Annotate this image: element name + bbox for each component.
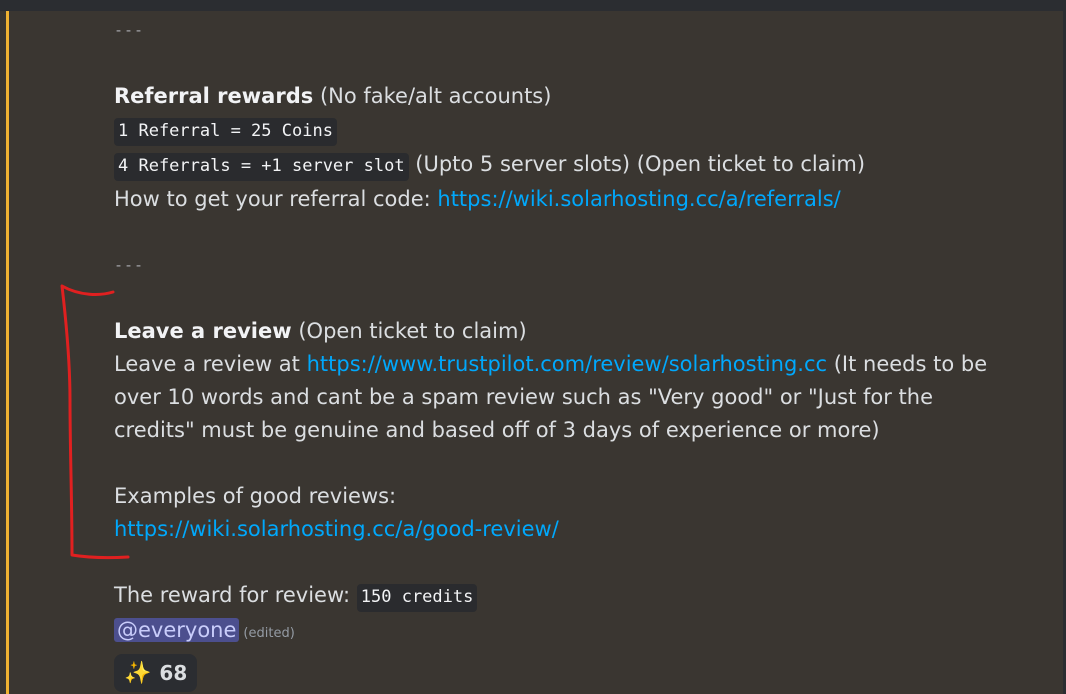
referral-code-line-1: 1 Referral = 25 Coins bbox=[114, 113, 1044, 148]
referral-wiki-link[interactable]: https://wiki.solarhosting.cc/a/referrals… bbox=[437, 187, 840, 211]
referral-howto-line: How to get your referral code: https://w… bbox=[114, 183, 1044, 216]
review-title: Leave a review bbox=[114, 319, 292, 343]
good-review-link[interactable]: https://wiki.solarhosting.cc/a/good-revi… bbox=[114, 517, 559, 541]
review-note: (Open ticket to claim) bbox=[298, 319, 527, 343]
referral-code-2-note: (Upto 5 server slots) (Open ticket to cl… bbox=[415, 152, 866, 176]
referral-howto-text: How to get your referral code: bbox=[114, 187, 431, 211]
referral-title: Referral rewards bbox=[114, 84, 314, 108]
separator-2: --- bbox=[114, 256, 145, 274]
referral-code-2: 4 Referrals = +1 server slot bbox=[114, 153, 409, 181]
reward-line: The reward for review: 150 credits bbox=[114, 579, 1044, 614]
review-instructions: Leave a review at https://www.trustpilot… bbox=[114, 348, 994, 447]
examples-line: https://wiki.solarhosting.cc/a/good-revi… bbox=[114, 513, 1044, 546]
message-content: --- Referral rewards (No fake/alt accoun… bbox=[114, 14, 1044, 692]
referral-note: (No fake/alt accounts) bbox=[319, 84, 552, 108]
referral-code-line-2: 4 Referrals = +1 server slot (Upto 5 ser… bbox=[114, 148, 1044, 183]
reaction-count: 68 bbox=[159, 660, 188, 685]
examples-label: Examples of good reviews: bbox=[114, 484, 397, 508]
review-leave-text: Leave a review at bbox=[114, 352, 300, 376]
reward-text: The reward for review: bbox=[114, 583, 351, 607]
reaction-button[interactable]: ✨ 68 bbox=[114, 654, 198, 692]
sparkles-icon: ✨ bbox=[124, 660, 152, 686]
referral-heading-line: Referral rewards (No fake/alt accounts) bbox=[114, 80, 1044, 113]
separator: --- bbox=[114, 21, 145, 39]
referral-code-1: 1 Referral = 25 Coins bbox=[114, 118, 337, 146]
edited-indicator: (edited) bbox=[243, 626, 295, 641]
mention-line: @everyone (edited) bbox=[114, 614, 1044, 650]
trustpilot-link[interactable]: https://www.trustpilot.com/review/solarh… bbox=[307, 352, 827, 376]
reward-code: 150 credits bbox=[356, 584, 478, 612]
review-heading-line: Leave a review (Open ticket to claim) bbox=[114, 315, 1044, 348]
mention-accent-bar bbox=[6, 11, 9, 694]
everyone-mention[interactable]: @everyone bbox=[114, 618, 240, 642]
